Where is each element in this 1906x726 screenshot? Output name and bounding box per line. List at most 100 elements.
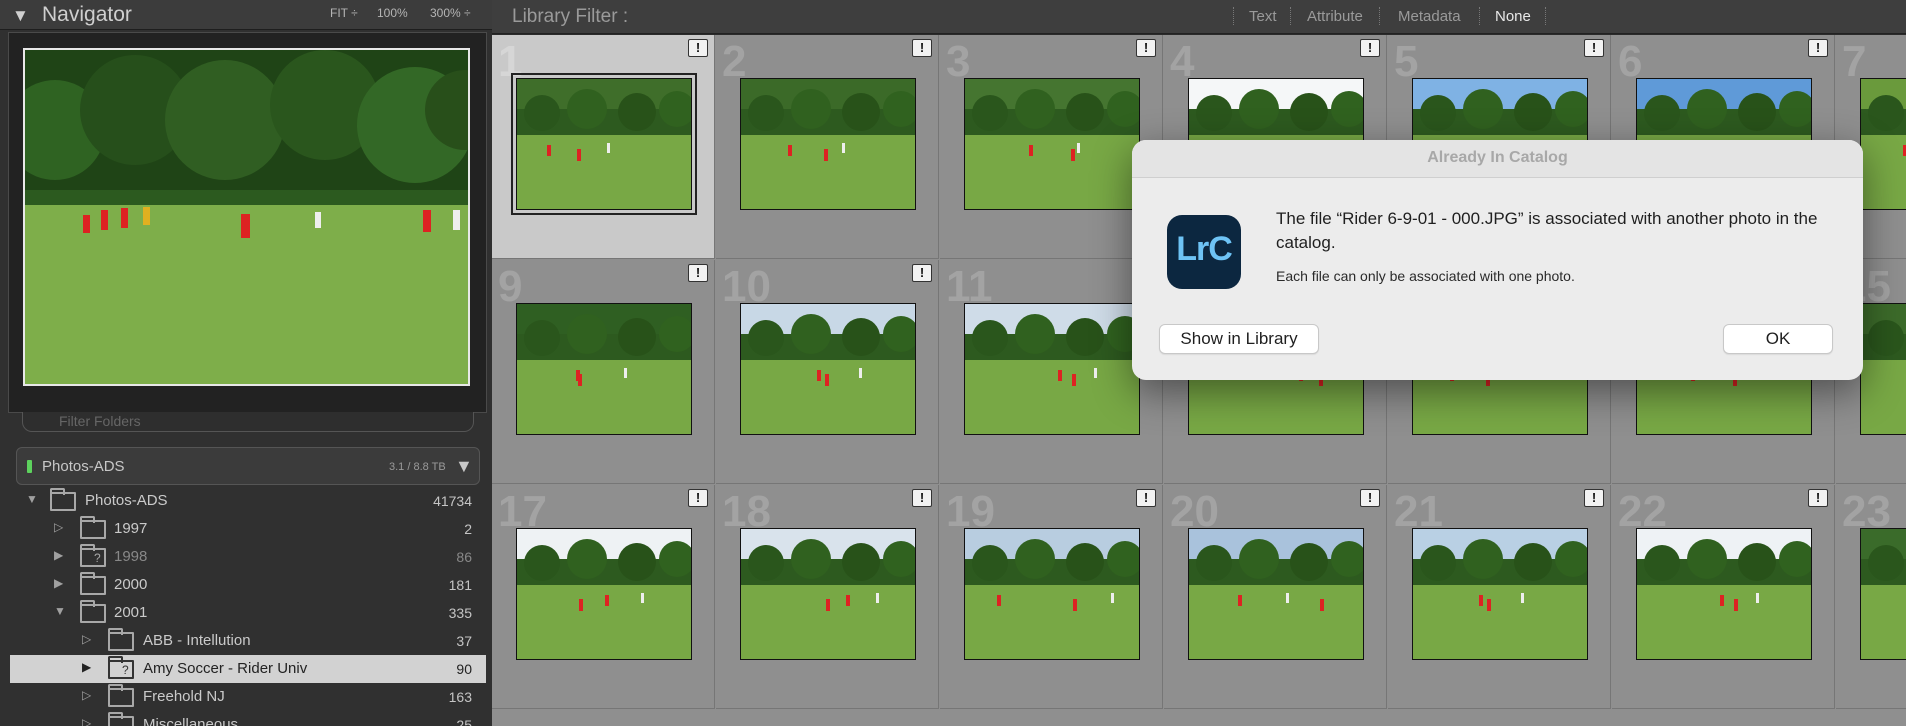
folder-icon bbox=[50, 488, 76, 511]
photo-cell[interactable]: 21! bbox=[1388, 485, 1611, 709]
folder-count: 37 bbox=[456, 633, 472, 649]
collapse-triangle-icon[interactable]: ▼ bbox=[12, 6, 29, 26]
photo-thumbnail[interactable] bbox=[516, 528, 692, 660]
collapsed-triangle-icon[interactable]: ▶ bbox=[54, 576, 63, 590]
photo-thumbnail[interactable] bbox=[511, 73, 697, 215]
photo-cell[interactable]: 2! bbox=[716, 35, 939, 259]
folder-label: Freehold NJ bbox=[143, 688, 225, 705]
missing-photo-warning-icon[interactable]: ! bbox=[1808, 39, 1828, 57]
navigator-preview-image[interactable] bbox=[23, 48, 470, 386]
photo-cell[interactable]: 19! bbox=[940, 485, 1163, 709]
photo-cell[interactable]: 3! bbox=[940, 35, 1163, 259]
folder-label: 1998 bbox=[114, 548, 148, 565]
missing-photo-warning-icon[interactable]: ! bbox=[1136, 489, 1156, 507]
expanded-triangle-icon[interactable]: ▼ bbox=[54, 604, 66, 618]
dialog-titlebar[interactable]: Already In Catalog bbox=[1132, 140, 1863, 178]
dialog-title: Already In Catalog bbox=[1427, 149, 1568, 166]
folder-row-freehold-nj[interactable]: ▷ Freehold NJ 163 bbox=[10, 683, 486, 711]
volume-disclosure-icon[interactable]: ▼ bbox=[455, 456, 473, 477]
folder-label: 2000 bbox=[114, 576, 148, 593]
folder-row-amy-soccer[interactable]: ▶ Amy Soccer - Rider Univ 90 bbox=[10, 655, 486, 683]
folder-row-abb-intellution[interactable]: ▷ ABB - Intellution 37 bbox=[10, 627, 486, 655]
missing-photo-warning-icon[interactable]: ! bbox=[1808, 489, 1828, 507]
photo-thumbnail[interactable] bbox=[964, 528, 1140, 660]
collapsed-triangle-icon[interactable]: ▷ bbox=[82, 688, 91, 702]
filter-metadata[interactable]: Metadata bbox=[1398, 8, 1461, 25]
missing-photo-warning-icon[interactable]: ! bbox=[912, 264, 932, 282]
collapsed-triangle-icon[interactable]: ▶ bbox=[82, 660, 91, 674]
missing-photo-warning-icon[interactable]: ! bbox=[912, 489, 932, 507]
app-icon-text: LrC bbox=[1176, 230, 1233, 268]
expanded-triangle-icon[interactable]: ▼ bbox=[26, 492, 38, 506]
missing-photo-warning-icon[interactable]: ! bbox=[912, 39, 932, 57]
photo-cell[interactable]: 23! bbox=[1836, 485, 1906, 709]
filter-none[interactable]: None bbox=[1495, 8, 1531, 25]
folder-label: 1997 bbox=[114, 520, 148, 537]
show-in-library-button[interactable]: Show in Library bbox=[1159, 324, 1319, 354]
missing-photo-warning-icon[interactable]: ! bbox=[1360, 489, 1380, 507]
missing-photo-warning-icon[interactable]: ! bbox=[688, 489, 708, 507]
photo-cell[interactable]: 1! bbox=[492, 35, 715, 259]
missing-photo-warning-icon[interactable]: ! bbox=[1136, 39, 1156, 57]
photo-cell[interactable]: 20! bbox=[1164, 485, 1387, 709]
photo-thumbnail[interactable] bbox=[740, 78, 916, 210]
photo-cell[interactable]: 9! bbox=[492, 260, 715, 484]
photo-cell[interactable]: 18! bbox=[716, 485, 939, 709]
photo-thumbnail[interactable] bbox=[1412, 528, 1588, 660]
photo-thumbnail[interactable] bbox=[740, 528, 916, 660]
photo-grid[interactable]: 1!2!3!4!5!6!7!9!10!11!12!13!14!15!17!18!… bbox=[492, 35, 1906, 726]
missing-photo-warning-icon[interactable]: ! bbox=[1584, 39, 1604, 57]
zoom-300-option[interactable]: 300% ÷ bbox=[430, 6, 471, 20]
filter-folders-field[interactable]: Filter Folders bbox=[22, 412, 474, 432]
filter-attribute[interactable]: Attribute bbox=[1307, 8, 1363, 25]
missing-photo-warning-icon[interactable]: ! bbox=[688, 39, 708, 57]
folder-row-1997[interactable]: ▷ 1997 2 bbox=[10, 515, 486, 543]
folder-count: 163 bbox=[448, 689, 472, 705]
collapsed-triangle-icon[interactable]: ▷ bbox=[54, 520, 63, 534]
photo-thumbnail[interactable] bbox=[1860, 78, 1906, 210]
photo-thumbnail[interactable] bbox=[1188, 528, 1364, 660]
dialog-informative-text: Each file can only be associated with on… bbox=[1276, 268, 1575, 284]
photo-cell[interactable]: 17! bbox=[492, 485, 715, 709]
photo-thumbnail[interactable] bbox=[1636, 528, 1812, 660]
folder-row-2000[interactable]: ▶ 2000 181 bbox=[10, 571, 486, 599]
zoom-fit-option[interactable]: FIT ÷ bbox=[330, 6, 358, 20]
zoom-100-option[interactable]: 100% bbox=[377, 6, 408, 20]
folder-icon bbox=[108, 712, 134, 726]
volume-header[interactable]: Photos-ADS 3.1 / 8.8 TB ▼ bbox=[16, 447, 480, 485]
photo-thumbnail[interactable] bbox=[1860, 303, 1906, 435]
filter-text[interactable]: Text bbox=[1249, 8, 1277, 25]
photo-thumbnail[interactable] bbox=[1860, 528, 1906, 660]
photo-thumbnail[interactable] bbox=[964, 78, 1140, 210]
folder-row-miscellaneous[interactable]: ▷ Miscellaneous 25 bbox=[10, 711, 486, 726]
navigator-title: Navigator bbox=[42, 3, 132, 26]
navigator-header[interactable]: ▼ Navigator FIT ÷ 100% 300% ÷ bbox=[0, 0, 492, 30]
folder-row-2001[interactable]: ▼ 2001 335 bbox=[10, 599, 486, 627]
photo-cell[interactable]: 10! bbox=[716, 260, 939, 484]
volume-size: 3.1 / 8.8 TB bbox=[389, 461, 446, 473]
folder-row-photos-ads[interactable]: ▼ Photos-ADS 41734 bbox=[10, 487, 486, 515]
photo-thumbnail[interactable] bbox=[964, 303, 1140, 435]
photo-cell[interactable]: 11! bbox=[940, 260, 1163, 484]
photo-thumbnail[interactable] bbox=[516, 303, 692, 435]
folder-label: Amy Soccer - Rider Univ bbox=[143, 660, 308, 677]
folder-row-1998[interactable]: ▶ 1998 86 bbox=[10, 543, 486, 571]
folder-icon bbox=[80, 516, 106, 539]
filter-separator bbox=[1545, 7, 1546, 25]
already-in-catalog-dialog: Already In Catalog LrC The file “Rider 6… bbox=[1132, 140, 1863, 380]
missing-photo-warning-icon[interactable]: ! bbox=[1360, 39, 1380, 57]
folder-count: 181 bbox=[448, 577, 472, 593]
missing-photo-warning-icon[interactable]: ! bbox=[1584, 489, 1604, 507]
missing-photo-warning-icon[interactable]: ! bbox=[688, 264, 708, 282]
left-panel: ▼ Navigator FIT ÷ 100% 300% ÷ Filter Fol… bbox=[0, 0, 492, 726]
photo-thumbnail[interactable] bbox=[740, 303, 916, 435]
library-filter-bar: Library Filter : Text Attribute Metadata… bbox=[492, 0, 1906, 34]
photo-cell[interactable]: 22! bbox=[1612, 485, 1835, 709]
collapsed-triangle-icon[interactable]: ▶ bbox=[54, 548, 63, 562]
folder-count: 86 bbox=[456, 549, 472, 565]
folder-label: ABB - Intellution bbox=[143, 632, 251, 649]
ok-button[interactable]: OK bbox=[1723, 324, 1833, 354]
dialog-message: The file “Rider 6-9-01 - 000.JPG” is ass… bbox=[1276, 209, 1818, 252]
collapsed-triangle-icon[interactable]: ▷ bbox=[82, 632, 91, 646]
collapsed-triangle-icon[interactable]: ▷ bbox=[82, 716, 91, 726]
